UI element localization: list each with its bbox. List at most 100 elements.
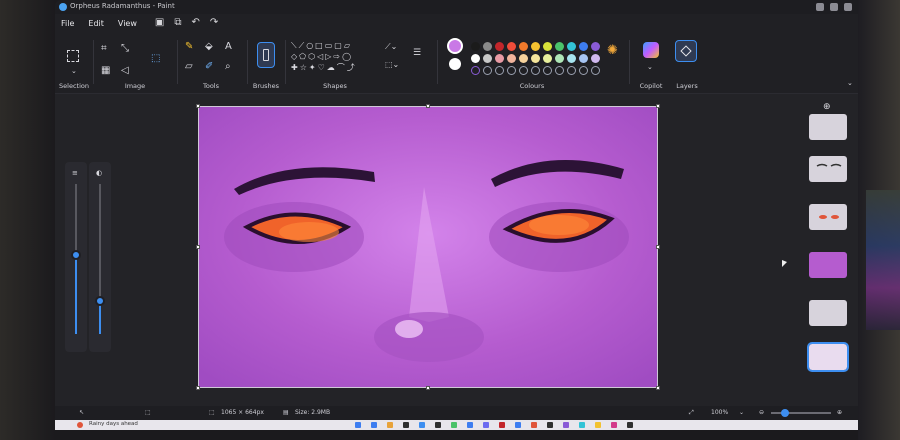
custom-colour-slot[interactable] (519, 66, 528, 75)
resize-handle[interactable] (656, 245, 660, 249)
palette-swatch[interactable] (591, 54, 600, 63)
layer-thumbnail[interactable] (809, 114, 847, 140)
menu-file[interactable]: File (61, 19, 74, 28)
palette-swatch[interactable] (531, 54, 540, 63)
palette-swatch[interactable] (531, 42, 540, 51)
chevron-down-icon[interactable]: ⌄ (739, 409, 744, 416)
drawing-canvas[interactable] (198, 106, 658, 388)
palette-swatch[interactable] (507, 42, 516, 51)
taskbar-app-icon[interactable] (371, 422, 377, 428)
shapes-row[interactable]: ◇⬠⬡◁▷⇨◯ (291, 51, 381, 62)
taskbar-app-icon[interactable] (547, 422, 553, 428)
palette-swatch[interactable] (483, 54, 492, 63)
magnifier-icon[interactable]: ⌕ (225, 62, 231, 72)
picker-icon[interactable]: ✐ (205, 62, 213, 72)
zoom-slider-thumb[interactable] (781, 409, 789, 417)
taskbar-app-icon[interactable] (483, 422, 489, 428)
palette-swatch[interactable] (519, 54, 528, 63)
resize-handle[interactable] (656, 386, 660, 390)
shapes-row[interactable]: ⟍⟋○□▭▢▱ (291, 40, 381, 51)
taskbar-app-icon[interactable] (579, 422, 585, 428)
layer-thumbnail[interactable] (809, 252, 847, 278)
select-icon[interactable] (67, 50, 79, 62)
palette-swatch[interactable] (543, 54, 552, 63)
shape-fill-icon[interactable]: ⬚⌄ (385, 60, 399, 70)
palette-swatch[interactable] (471, 54, 480, 63)
text-icon[interactable]: A (225, 42, 232, 52)
weather-icon[interactable] (77, 422, 83, 428)
taskbar-app-icon[interactable] (451, 422, 457, 428)
palette-swatch[interactable] (543, 42, 552, 51)
taskbar-app-icon[interactable] (387, 422, 393, 428)
brush-button[interactable] (257, 42, 275, 68)
ribbon-collapse-icon[interactable]: ⌄ (847, 78, 853, 88)
add-layer-icon[interactable]: ⊕ (823, 102, 831, 112)
outline-icon[interactable]: ⟋⌄ (385, 42, 397, 52)
resize-icon[interactable]: ⤡ (121, 44, 129, 54)
account-icon[interactable] (830, 3, 838, 11)
palette-swatch[interactable] (507, 54, 516, 63)
layer-thumbnail[interactable] (809, 204, 847, 230)
fit-to-window-icon[interactable]: ⤢ (689, 409, 694, 417)
layer-thumbnail[interactable] (809, 300, 847, 326)
taskbar-app-icon[interactable] (467, 422, 473, 428)
palette-swatch[interactable] (567, 54, 576, 63)
zoom-in-icon[interactable]: ⊕ (837, 409, 842, 416)
taskbar-app-icon[interactable] (403, 422, 409, 428)
layer-thumbnail-selected[interactable] (807, 342, 849, 372)
resize-handle[interactable] (196, 386, 200, 390)
taskbar-app-icon[interactable] (627, 422, 633, 428)
resize-handle[interactable] (426, 386, 430, 390)
eraser-icon[interactable]: ▱ (185, 62, 193, 72)
crop-icon[interactable]: ⌗ (101, 44, 107, 54)
custom-colour-slot[interactable] (543, 66, 552, 75)
taskbar-app-icon[interactable] (563, 422, 569, 428)
taskbar-app-icon[interactable] (595, 422, 601, 428)
undo-icon[interactable]: ↶ (191, 18, 199, 28)
palette-swatch[interactable] (555, 54, 564, 63)
custom-colour-slot[interactable] (531, 66, 540, 75)
custom-colour-slot[interactable] (591, 66, 600, 75)
chevron-down-icon[interactable]: ⌄ (71, 66, 77, 76)
redo-icon[interactable]: ↷ (210, 18, 218, 28)
resize-handle[interactable] (426, 104, 430, 108)
custom-colour-slot[interactable] (483, 66, 492, 75)
palette-swatch[interactable] (567, 42, 576, 51)
secondary-colour-swatch[interactable] (449, 58, 461, 70)
taskbar-app-icon[interactable] (499, 422, 505, 428)
zoom-level[interactable]: 100% (711, 409, 728, 416)
layers-button[interactable] (675, 40, 697, 62)
fill-icon[interactable]: ⬙ (205, 42, 213, 52)
custom-colour-slot[interactable] (567, 66, 576, 75)
brush-size-slider[interactable]: ≡ (65, 162, 87, 352)
pencil-icon[interactable]: ✎ (185, 42, 193, 52)
colour-wheel-icon[interactable]: ✺ (607, 44, 618, 57)
slider-thumb[interactable] (71, 250, 81, 260)
custom-colour-slot[interactable] (471, 66, 480, 75)
palette-swatch[interactable] (579, 54, 588, 63)
palette-swatch[interactable] (495, 42, 504, 51)
taskbar-app-icon[interactable] (611, 422, 617, 428)
save-icon[interactable]: ▣ (155, 18, 164, 28)
palette-swatch[interactable] (471, 42, 480, 51)
custom-colour-slot[interactable] (495, 66, 504, 75)
palette-swatch[interactable] (483, 42, 492, 51)
copilot-icon[interactable] (643, 42, 659, 58)
shapes-row[interactable]: ✚☆✦♡☁⌒⤴ (291, 62, 381, 73)
menu-edit[interactable]: Edit (88, 19, 104, 28)
notification-icon[interactable] (816, 3, 824, 11)
palette-swatch[interactable] (591, 42, 600, 51)
resize-handle[interactable] (196, 104, 200, 108)
layer-thumbnail[interactable] (809, 156, 847, 182)
chevron-down-icon[interactable]: ⌄ (647, 62, 653, 72)
taskbar-app-icon[interactable] (435, 422, 441, 428)
settings-icon[interactable] (844, 3, 852, 11)
custom-colour-slot[interactable] (507, 66, 516, 75)
background-removal-icon[interactable]: ⬚ (151, 54, 160, 64)
image-icon[interactable]: ▦ (101, 66, 110, 76)
palette-swatch[interactable] (495, 54, 504, 63)
share-icon[interactable]: ⧉ (174, 18, 181, 28)
custom-colour-slot[interactable] (555, 66, 564, 75)
rotate-icon[interactable]: ◁ (121, 66, 129, 76)
slider-thumb[interactable] (95, 296, 105, 306)
